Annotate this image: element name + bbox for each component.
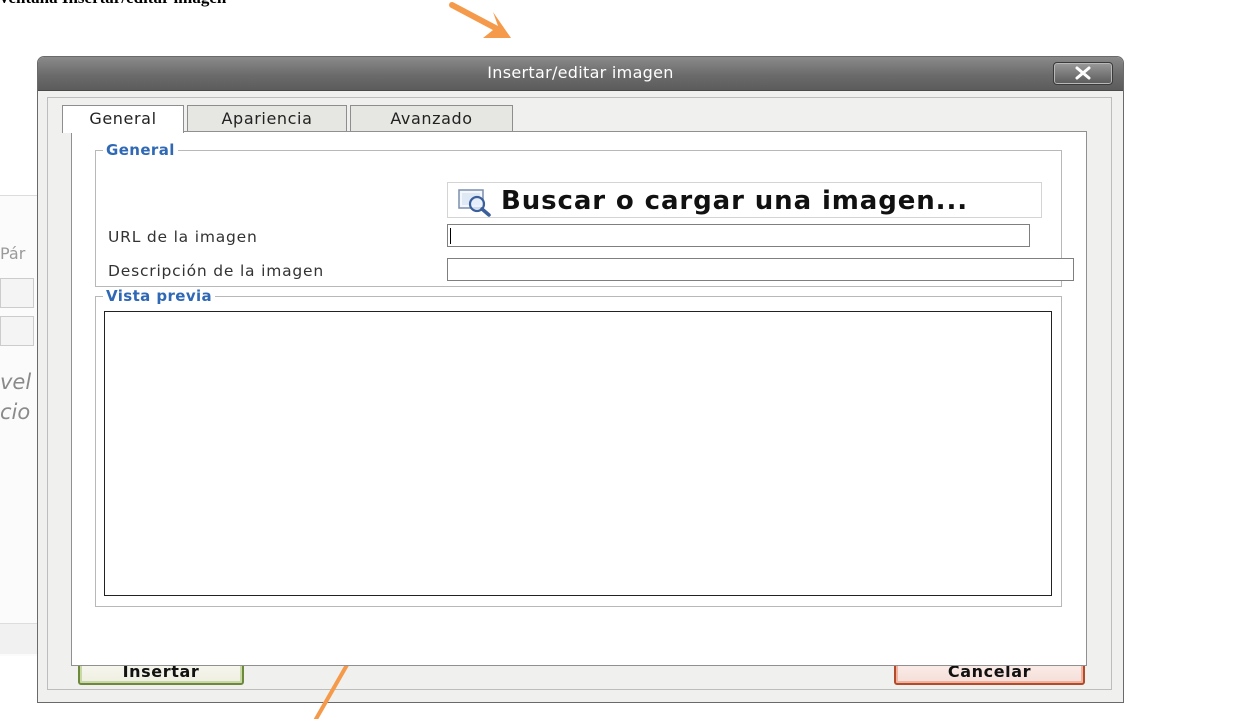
paragraph-format-fragment: Pár — [0, 244, 26, 263]
editor-text-fragment-1: vel — [0, 370, 32, 394]
image-description-label: Descripción de la imagen — [108, 262, 324, 280]
close-x-icon — [1075, 66, 1091, 80]
image-preview-area — [104, 311, 1052, 596]
magnifier-on-image-icon — [458, 189, 492, 221]
image-description-input[interactable] — [447, 258, 1074, 281]
image-url-label: URL de la imagen — [108, 228, 258, 246]
browse-image-button[interactable]: Buscar o cargar una imagen... — [447, 182, 1042, 218]
document-caption-fragment: ventana Insertar/editar imagen — [0, 0, 226, 8]
tab-panel-general: General Buscar o cargar una imagen... UR… — [71, 131, 1087, 666]
general-fieldset: General Buscar o cargar una imagen... UR… — [95, 141, 1074, 287]
tab-apariencia[interactable]: Apariencia — [187, 105, 347, 132]
tab-general[interactable]: General — [62, 105, 184, 133]
editor-text-fragment-2: cio — [0, 400, 31, 424]
dialog-title: Insertar/editar imagen — [487, 63, 674, 82]
insert-image-dialog: Insertar/editar imagen General Aparienci… — [37, 56, 1124, 703]
general-legend: General — [103, 141, 178, 159]
annotation-arrow-top — [449, 2, 511, 38]
dialog-titlebar[interactable]: Insertar/editar imagen — [38, 57, 1123, 91]
image-button-icon — [0, 316, 34, 346]
align-button-icon — [0, 278, 34, 308]
preview-legend: Vista previa — [103, 287, 216, 305]
browse-image-label: Buscar o cargar una imagen... — [501, 186, 969, 216]
close-button[interactable] — [1053, 62, 1113, 85]
image-url-input[interactable] — [447, 224, 1030, 247]
preview-fieldset: Vista previa — [95, 287, 1062, 607]
tab-avanzado[interactable]: Avanzado — [350, 105, 513, 132]
